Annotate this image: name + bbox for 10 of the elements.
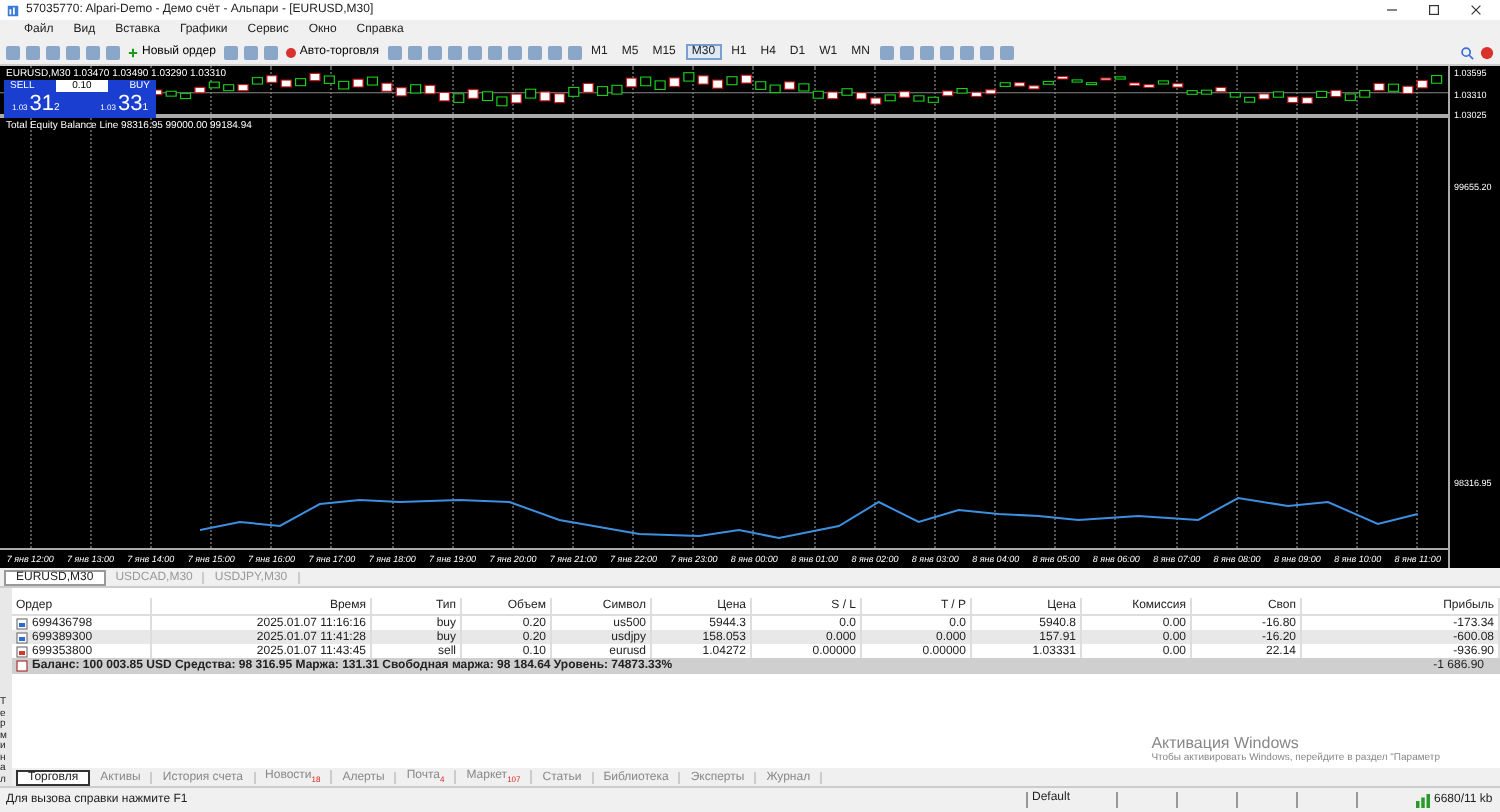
notification-icon[interactable] xyxy=(1480,45,1494,59)
maximize-icon[interactable] xyxy=(1428,4,1440,16)
stop-icon xyxy=(285,47,296,57)
activation-title: Активация Windows xyxy=(1151,734,1301,752)
close-icon[interactable] xyxy=(1470,4,1482,16)
search-icon[interactable] xyxy=(1460,45,1474,59)
balance-icon xyxy=(16,660,28,672)
connection-icon xyxy=(1416,793,1430,807)
plus-icon xyxy=(128,47,138,57)
minimize-icon[interactable] xyxy=(1386,4,1398,16)
